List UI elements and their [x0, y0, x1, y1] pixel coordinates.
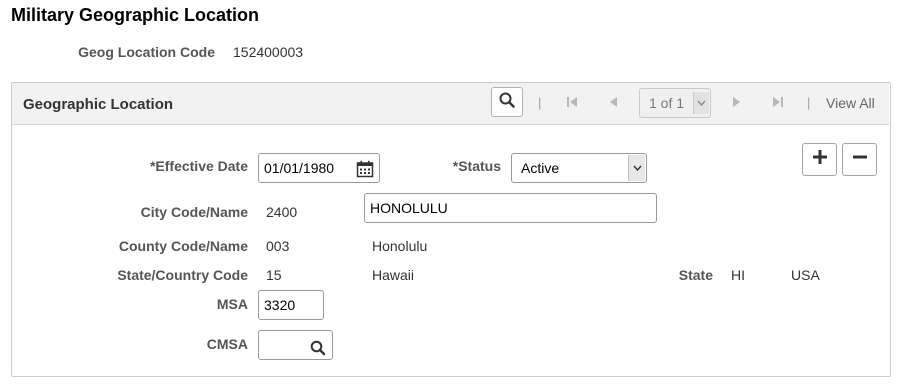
country-value: USA [791, 267, 820, 283]
state-value: HI [731, 267, 745, 283]
last-page-icon[interactable] [772, 96, 784, 111]
geog-location-code-value: 152400003 [233, 44, 304, 60]
cmsa-field[interactable] [258, 330, 333, 360]
next-icon[interactable] [732, 96, 742, 111]
effective-date-value: 01/01/1980 [264, 160, 335, 176]
delete-row-button[interactable] [842, 143, 877, 176]
separator: | [807, 95, 811, 110]
state-country-name-value: Hawaii [372, 267, 415, 283]
status-label: *Status [452, 158, 501, 174]
city-code-value: 2400 [266, 204, 298, 220]
county-name-value: Honolulu [372, 238, 428, 254]
geog-location-code-label: Geog Location Code [78, 44, 215, 60]
panel-title: Geographic Location [23, 96, 174, 113]
view-all-link[interactable]: View All [826, 95, 875, 111]
county-code-value: 003 [266, 238, 290, 254]
msa-field[interactable]: 3320 [258, 290, 324, 320]
state-country-code-label: State/Country Code [117, 267, 248, 283]
page-title: Military Geographic Location [11, 5, 260, 25]
search-icon [499, 92, 515, 113]
add-row-button[interactable] [802, 143, 837, 176]
minus-icon [852, 149, 868, 170]
status-value: Active [521, 160, 560, 176]
msa-value: 3320 [264, 297, 296, 313]
first-page-icon[interactable] [566, 96, 578, 111]
effective-date-field[interactable]: 01/01/1980 [258, 153, 380, 183]
status-select[interactable]: Active [511, 153, 647, 183]
calendar-icon[interactable] [356, 159, 374, 187]
previous-icon[interactable] [608, 96, 618, 111]
state-label: State [678, 267, 713, 283]
city-code-name-label: City Code/Name [140, 204, 248, 220]
cmsa-label: CMSA [206, 336, 248, 352]
pager-text: 1 of 1 [649, 95, 685, 111]
city-name-field[interactable]: HONOLULU [364, 193, 657, 223]
effective-date-label: *Effective Date [149, 158, 248, 174]
chevron-down-icon [693, 92, 709, 114]
chevron-down-icon [628, 155, 645, 181]
msa-label: MSA [216, 296, 248, 312]
plus-icon [812, 149, 828, 170]
state-country-code-value: 15 [266, 267, 282, 283]
row-pager-dropdown[interactable]: 1 of 1 [639, 88, 711, 118]
separator: | [538, 95, 542, 110]
search-icon[interactable] [310, 337, 326, 365]
find-button[interactable] [491, 87, 523, 117]
geographic-location-panel [11, 82, 891, 377]
city-name-value: HONOLULU [370, 200, 448, 216]
county-code-name-label: County Code/Name [118, 238, 248, 254]
